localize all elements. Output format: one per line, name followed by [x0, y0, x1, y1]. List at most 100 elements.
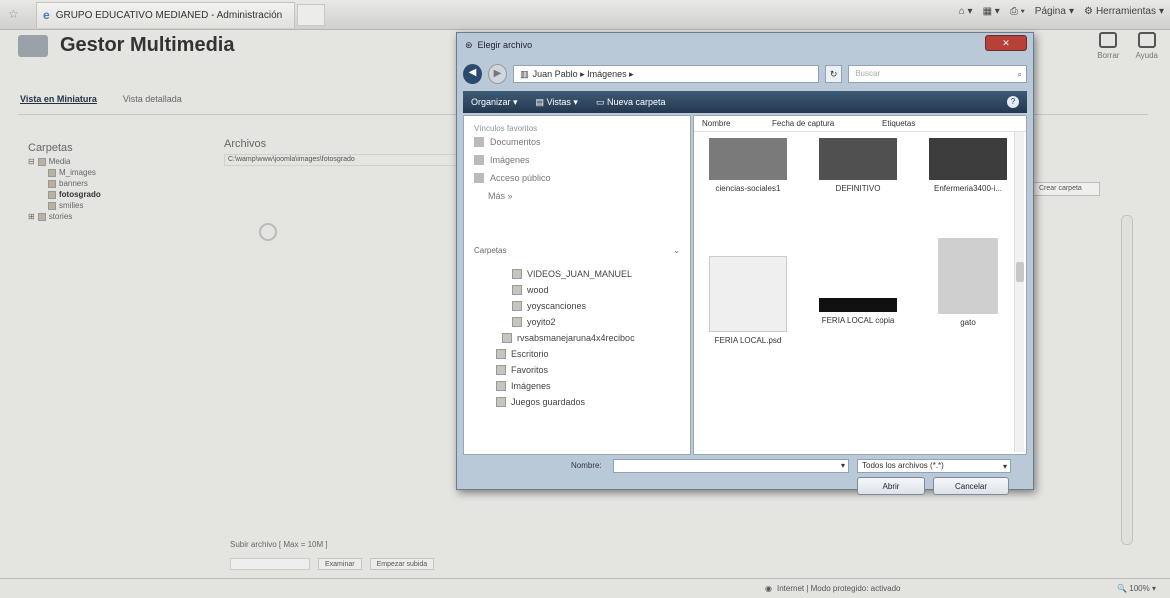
file-thumbnail[interactable]: DEFINITIVO	[808, 138, 908, 193]
folders-heading: Carpetas	[28, 142, 73, 154]
security-zone: ◉ Internet | Modo protegido: activado	[765, 584, 901, 593]
folder-icon	[48, 168, 56, 177]
delete-button[interactable]: Borrar	[1097, 32, 1119, 60]
path-field[interactable]: C:\wamp\www\joomla\images\fotosgrado	[224, 154, 462, 166]
tree-node[interactable]: VIDEOS_JUAN_MANUEL	[464, 266, 690, 282]
dropdown-arrow-icon: ▾	[1002, 462, 1007, 471]
favorite-item[interactable]: Acceso público	[464, 169, 690, 187]
address-bar[interactable]: ▥ Juan Pablo ▸ Imágenes ▸	[513, 65, 820, 83]
tree-node[interactable]: Imágenes	[464, 378, 690, 394]
folder-item[interactable]: ⊞ stories	[28, 211, 101, 222]
desktop-icon	[496, 349, 506, 359]
tree-node[interactable]: wood	[464, 282, 690, 298]
file-type-select[interactable]: Todos los archivos (*.*) ▾	[857, 459, 1011, 473]
folder-item[interactable]: smilies	[28, 200, 101, 211]
view-tabs: Vista en Miniatura Vista detallada	[20, 94, 182, 104]
folder-icon	[37, 212, 46, 221]
favorite-item[interactable]: Imágenes	[464, 151, 690, 169]
zoom-level[interactable]: 🔍 100% ▾	[1117, 584, 1156, 593]
folder-item[interactable]: banners	[28, 178, 101, 189]
file-icon	[502, 333, 512, 343]
folder-path-icon: ▥	[520, 68, 529, 79]
tab-thumbnails[interactable]: Vista en Miniatura	[20, 94, 97, 104]
page-header: Gestor Multimedia	[18, 34, 234, 57]
dialog-folder-tree: VIDEOS_JUAN_MANUEL wood yoyscanciones yo…	[464, 266, 690, 410]
upload-file-field[interactable]	[230, 558, 310, 570]
folder-item[interactable]: M_images	[28, 167, 101, 178]
folder-icon	[48, 201, 56, 210]
home-icon[interactable]: ⌂ ▾	[959, 6, 973, 17]
folder-icon	[37, 157, 46, 166]
folder-icon	[512, 317, 522, 327]
favorite-item[interactable]: Documentos	[464, 133, 690, 151]
feeds-icon[interactable]: ▦ ▾	[983, 6, 1000, 17]
tree-node[interactable]: yoyito2	[464, 314, 690, 330]
folder-icon	[512, 285, 522, 295]
file-thumbnail[interactable]: Enfermeria3400-i...	[918, 138, 1018, 193]
favorites-star-icon[interactable]: ☆	[8, 7, 24, 23]
file-thumbnail[interactable]: FERIA LOCAL copia	[808, 298, 908, 325]
folder-item[interactable]: ⊟ Media	[28, 156, 101, 167]
dialog-title: Elegir archivo	[477, 40, 533, 50]
ie-icon: e	[43, 8, 50, 22]
cancel-button[interactable]: Cancelar	[933, 477, 1009, 495]
file-list-scrollbar[interactable]	[1014, 132, 1024, 452]
scroll-thumb[interactable]	[1016, 262, 1024, 282]
column-tags[interactable]: Etiquetas	[874, 119, 974, 128]
folders-header[interactable]: Carpetas ⌄	[464, 246, 690, 255]
back-button[interactable]: ◀	[463, 64, 482, 84]
help-icon	[1137, 32, 1156, 48]
address-row: ◀ ▶ ▥ Juan Pablo ▸ Imágenes ▸ ↻ Buscar ⌕	[463, 61, 1027, 87]
tree-node[interactable]: Escritorio	[464, 346, 690, 362]
files-panel: Archivos C:\wamp\www\joomla\images\fotos…	[224, 138, 462, 166]
dialog-titlebar: ⊛ Elegir archivo	[457, 33, 1033, 57]
page-menu[interactable]: Página ▾	[1035, 6, 1074, 17]
organize-button[interactable]: Organizar ▾	[471, 97, 518, 108]
more-link[interactable]: Más »	[464, 187, 690, 201]
trash-icon	[1099, 32, 1118, 48]
status-bar: ◉ Internet | Modo protegido: activado 🔍 1…	[0, 578, 1170, 598]
tree-node[interactable]: yoyscanciones	[464, 298, 690, 314]
cat-image-icon	[938, 238, 998, 314]
folder-item-selected[interactable]: fotosgrado	[28, 189, 101, 200]
tree-node[interactable]: Favoritos	[464, 362, 690, 378]
column-date[interactable]: Fecha de captura	[764, 119, 874, 128]
tools-menu[interactable]: ⚙ Herramientas ▾	[1084, 6, 1164, 17]
files-heading: Archivos	[224, 138, 267, 150]
print-icon[interactable]: ⎙ ▾	[1010, 6, 1025, 17]
new-tab-button[interactable]	[297, 3, 326, 26]
help-icon[interactable]: ?	[1007, 96, 1019, 108]
favorites-icon	[496, 365, 506, 375]
column-name[interactable]: Nombre	[694, 119, 764, 128]
close-button[interactable]: ✕	[985, 35, 1027, 51]
file-thumbnail[interactable]: FERIA LOCAL.psd	[698, 256, 798, 345]
dropdown-arrow-icon: ▾	[840, 461, 845, 470]
loading-spinner-icon	[259, 223, 277, 241]
zoom-icon: 🔍	[1117, 584, 1128, 593]
refresh-button[interactable]: ↻	[825, 65, 843, 83]
search-input[interactable]: Buscar ⌕	[848, 65, 1027, 83]
folder-icon	[512, 269, 522, 279]
saved-games-icon	[496, 397, 506, 407]
start-upload-button[interactable]: Empezar subida	[369, 558, 435, 570]
file-thumbnail[interactable]: ciencias-sociales1	[698, 138, 798, 193]
file-name-input[interactable]: ▾	[613, 459, 849, 473]
browser-tab[interactable]: e GRUPO EDUCATIVO MEDIANED - Administrac…	[36, 1, 296, 28]
page-scrollbar[interactable]	[1121, 215, 1133, 545]
tree-node[interactable]: Juegos guardados	[464, 394, 690, 410]
image-thumbnail-icon	[709, 138, 787, 180]
browse-button[interactable]: Examinar	[318, 558, 362, 570]
image-thumbnail-icon	[929, 138, 1007, 180]
public-icon	[474, 173, 484, 183]
dialog-toolbar: Organizar ▾ ▤ Vistas ▾ ▭ Nueva carpeta ?	[463, 91, 1027, 113]
views-button[interactable]: ▤ Vistas ▾	[536, 97, 578, 108]
create-folder-button[interactable]: Crear carpeta	[1028, 182, 1100, 196]
forward-button[interactable]: ▶	[487, 64, 508, 84]
help-button[interactable]: Ayuda	[1135, 32, 1158, 60]
open-button[interactable]: Abrir	[857, 477, 925, 495]
new-folder-button[interactable]: ▭ Nueva carpeta	[596, 97, 666, 108]
tree-node[interactable]: rvsabsmanejaruna4x4reciboc	[464, 330, 690, 346]
column-headers: Nombre Fecha de captura Etiquetas	[694, 116, 1026, 132]
tab-detailed[interactable]: Vista detallada	[123, 94, 182, 104]
file-thumbnail[interactable]: gato	[918, 238, 1018, 327]
